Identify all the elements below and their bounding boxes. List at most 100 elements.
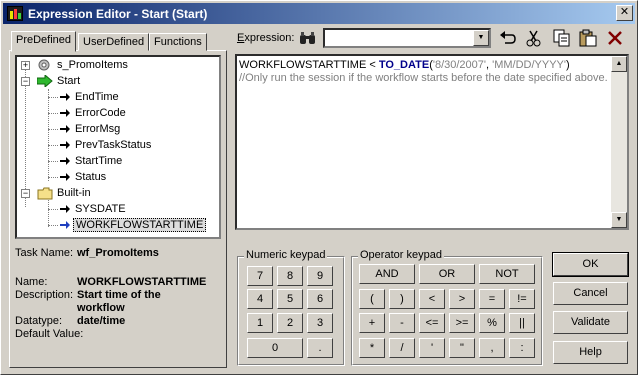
tree-node-starttime[interactable]: StartTime — [73, 153, 124, 169]
tree-connector — [48, 197, 49, 227]
key-percent[interactable]: % — [479, 313, 505, 333]
key-1[interactable]: 1 — [247, 313, 273, 333]
collapse-icon[interactable]: − — [21, 77, 30, 86]
tree-node-errorcode[interactable]: ErrorCode — [73, 105, 128, 121]
key-greater-equal[interactable]: >= — [449, 313, 475, 333]
key-minus[interactable]: - — [389, 313, 415, 333]
paste-icon[interactable] — [579, 29, 597, 47]
key-less-equal[interactable]: <= — [419, 313, 445, 333]
editor-scrollbar[interactable]: ▲ ▼ — [611, 56, 627, 228]
expression-string-literal: '8/30/2007' — [432, 59, 486, 71]
tree-node-label: EndTime — [75, 91, 119, 103]
tree-node-label: StartTime — [75, 155, 123, 167]
key-multiply[interactable]: * — [359, 338, 385, 358]
key-and[interactable]: AND — [359, 264, 415, 284]
collapse-icon[interactable]: − — [21, 189, 30, 198]
expression-editor[interactable]: WORKFLOWSTARTTIME < TO_DATE('8/30/2007',… — [235, 54, 629, 230]
app-icon — [7, 6, 23, 21]
tree-node-s-promoitems[interactable]: s_PromoItems — [55, 57, 130, 73]
expression-text: WORKFLOWSTARTTIME < — [239, 59, 379, 71]
expression-function-keyword: TO_DATE — [378, 59, 430, 71]
key-8[interactable]: 8 — [277, 266, 303, 286]
title-bar: Expression Editor - Start (Start) ✕ — [3, 3, 635, 24]
ok-button[interactable]: OK — [552, 252, 629, 277]
tab-userdefined[interactable]: UserDefined — [78, 33, 150, 51]
key-not[interactable]: NOT — [479, 264, 535, 284]
key-open-paren[interactable]: ( — [359, 289, 385, 309]
key-9[interactable]: 9 — [307, 266, 333, 286]
tree-node-built-in[interactable]: Built-in — [55, 185, 93, 201]
key-plus[interactable]: + — [359, 313, 385, 333]
key-colon[interactable]: : — [509, 338, 535, 358]
tree-node-prevtaskstatus[interactable]: PrevTaskStatus — [73, 137, 153, 153]
key-7[interactable]: 7 — [247, 266, 273, 286]
copy-icon[interactable] — [553, 29, 571, 47]
key-3[interactable]: 3 — [307, 313, 333, 333]
tree-node-label: SYSDATE — [75, 203, 126, 215]
expression-combo[interactable]: ▼ — [323, 28, 491, 48]
key-0[interactable]: 0 — [247, 338, 303, 358]
expand-icon[interactable]: + — [21, 61, 30, 70]
numeric-keypad-title: Numeric keypad — [244, 249, 328, 261]
key-greater-than[interactable]: > — [449, 289, 475, 309]
task-name-value: wf_PromoItems — [77, 247, 159, 259]
expression-label-text: xpression: — [244, 32, 295, 44]
key-comma[interactable]: , — [479, 338, 505, 358]
tree-connector — [48, 161, 58, 162]
key-decimal[interactable]: . — [307, 338, 333, 358]
key-2[interactable]: 2 — [277, 313, 303, 333]
tree-node-label: Start — [57, 75, 81, 87]
variable-arrow-icon — [60, 109, 70, 117]
expression-editor-window: Expression Editor - Start (Start) ✕ PreD… — [0, 0, 638, 375]
help-button[interactable]: Help — [553, 341, 628, 364]
scroll-up-icon[interactable]: ▲ — [611, 56, 627, 72]
find-binoculars-icon[interactable] — [299, 31, 317, 45]
tree-node-label: Status — [75, 171, 107, 183]
tab-functions[interactable]: Functions — [149, 33, 207, 51]
key-5[interactable]: 5 — [277, 289, 303, 309]
tree-node-start[interactable]: Start — [55, 73, 82, 89]
tab-predefined[interactable]: PreDefined — [11, 31, 77, 52]
tree-node-errormsg[interactable]: ErrorMsg — [73, 121, 122, 137]
validate-button[interactable]: Validate — [553, 311, 628, 334]
tree-node-label: ErrorCode — [75, 107, 126, 119]
key-single-quote[interactable]: ' — [419, 338, 445, 358]
expression-comment: //Only run the session if the workflow s… — [239, 72, 608, 84]
tree-connector — [48, 97, 58, 98]
tree-node-workflowstarttime[interactable]: WORKFLOWSTARTTIME — [73, 217, 207, 233]
scroll-down-icon[interactable]: ▼ — [611, 212, 627, 228]
key-divide[interactable]: / — [389, 338, 415, 358]
variable-arrow-icon — [60, 125, 70, 133]
key-or[interactable]: OR — [419, 264, 475, 284]
key-double-quote[interactable]: " — [449, 338, 475, 358]
variable-arrow-icon — [60, 157, 70, 165]
tree-node-endtime[interactable]: EndTime — [73, 89, 121, 105]
key-not-equals[interactable]: != — [509, 289, 535, 309]
variable-arrow-icon — [60, 93, 70, 101]
close-button[interactable]: ✕ — [616, 5, 633, 21]
expression-text: ) — [566, 59, 570, 71]
delete-x-icon[interactable] — [607, 30, 623, 46]
variable-tree[interactable]: + s_PromoItems − Start EndTime ErrorCode… — [15, 55, 221, 239]
variable-arrow-icon — [60, 221, 70, 229]
operator-keypad-title: Operator keypad — [358, 249, 444, 261]
datatype-label: Datatype: — [15, 315, 63, 327]
key-equals[interactable]: = — [479, 289, 505, 309]
tree-node-sysdate[interactable]: SYSDATE — [73, 201, 128, 217]
key-6[interactable]: 6 — [307, 289, 333, 309]
tree-node-status[interactable]: Status — [73, 169, 108, 185]
variable-arrow-icon — [60, 173, 70, 181]
description-label: Description: — [15, 289, 74, 301]
tree-connector — [48, 209, 58, 210]
window-title: Expression Editor - Start (Start) — [28, 7, 208, 21]
cancel-button[interactable]: Cancel — [553, 282, 628, 305]
undo-icon[interactable] — [499, 30, 517, 46]
cut-scissors-icon[interactable] — [525, 29, 543, 47]
variable-arrow-icon — [60, 205, 70, 213]
key-4[interactable]: 4 — [247, 289, 273, 309]
key-less-than[interactable]: < — [419, 289, 445, 309]
key-close-paren[interactable]: ) — [389, 289, 415, 309]
chevron-down-icon[interactable]: ▼ — [473, 30, 489, 46]
expression-label: Expression: — [237, 32, 294, 44]
key-concat[interactable]: || — [509, 313, 535, 333]
